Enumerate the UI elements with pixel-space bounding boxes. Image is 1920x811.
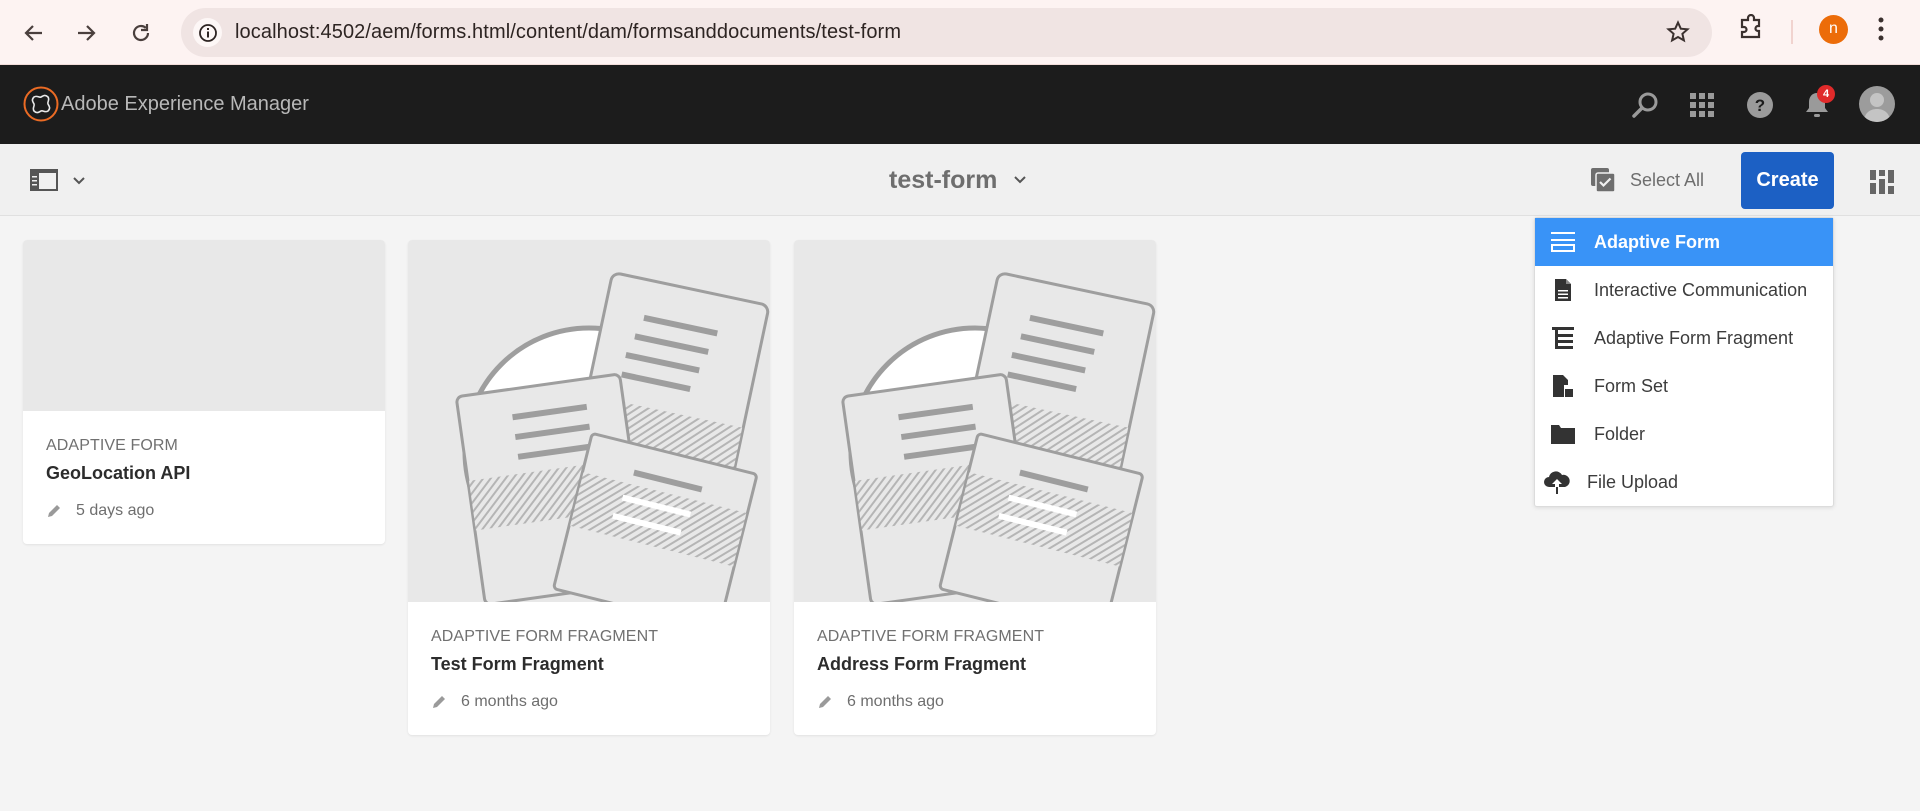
extensions-puzzle-icon[interactable] <box>1737 13 1765 47</box>
folder-icon <box>1549 422 1577 446</box>
menu-item-label: Form Set <box>1594 375 1669 396</box>
arrow-left-icon <box>24 25 42 41</box>
action-bar: test-form Select All Create <box>0 144 1920 216</box>
card-title[interactable]: GeoLocation API <box>46 463 362 484</box>
menu-item-adaptive-form-fragment[interactable]: Adaptive Form Fragment <box>1535 314 1833 362</box>
pencil-icon <box>48 505 60 517</box>
adaptive-form-icon <box>1549 230 1577 254</box>
aem-global-header: Adobe Experience Manager ? <box>0 65 1920 144</box>
card-modified: 6 months ago <box>847 693 944 710</box>
card-thumbnail <box>794 240 1156 631</box>
form-fragment-icon <box>1549 326 1577 350</box>
address-bar[interactable]: localhost:4502/aem/forms.html/content/da… <box>181 8 1712 57</box>
back-button[interactable] <box>14 13 54 53</box>
apps-grid-icon <box>1690 93 1714 117</box>
rail-toggle-button[interactable] <box>30 169 58 196</box>
menu-item-form-set[interactable]: Form Set <box>1535 362 1833 410</box>
user-silhouette-icon <box>1864 93 1890 122</box>
menu-item-label: File Upload <box>1587 471 1679 492</box>
card-thumbnail <box>408 240 770 631</box>
pencil-icon <box>819 696 831 708</box>
select-all-label: Select All <box>1630 169 1705 190</box>
forward-button[interactable] <box>66 13 106 53</box>
menu-item-adaptive-form[interactable]: Adaptive Form <box>1535 218 1833 266</box>
menu-item-label: Interactive Communication <box>1594 279 1808 300</box>
select-all-icon <box>1591 168 1616 193</box>
search-icon <box>1632 92 1658 118</box>
user-avatar[interactable] <box>1859 86 1895 122</box>
card-title[interactable]: Address Form Fragment <box>817 654 1133 675</box>
bookmark-star-icon[interactable] <box>1666 20 1690 49</box>
reload-button[interactable] <box>121 13 161 53</box>
card-modified: 5 days ago <box>76 502 155 519</box>
card-modified: 6 months ago <box>461 693 558 710</box>
browser-menu-icon[interactable] <box>1876 14 1886 49</box>
svg-text:?: ? <box>1755 96 1765 115</box>
pencil-icon <box>433 696 445 708</box>
menu-item-label: Folder <box>1594 423 1646 444</box>
asset-card[interactable]: ADAPTIVE FORM FRAGMENT Test Form Fragmen… <box>408 240 770 735</box>
side-panel-icon <box>30 169 58 191</box>
create-menu: Adaptive Form Interactive Communication … <box>1534 217 1834 507</box>
card-type: ADAPTIVE FORM FRAGMENT <box>817 628 1045 645</box>
app-title[interactable]: Adobe Experience Manager <box>61 65 309 144</box>
url-text[interactable]: localhost:4502/aem/forms.html/content/da… <box>235 8 901 57</box>
help-icon: ? <box>1747 92 1773 118</box>
card-type: ADAPTIVE FORM <box>46 437 178 454</box>
help-button[interactable]: ? <box>1742 87 1778 123</box>
toolbar-divider <box>1791 20 1793 44</box>
card-view-icon <box>1870 170 1894 194</box>
browser-profile-avatar[interactable]: n <box>1819 15 1848 44</box>
menu-item-folder[interactable]: Folder <box>1535 410 1833 458</box>
card-title[interactable]: Test Form Fragment <box>431 654 747 675</box>
create-button[interactable]: Create <box>1741 152 1834 209</box>
solutions-button[interactable] <box>1684 87 1720 123</box>
reload-icon <box>132 24 150 42</box>
asset-card[interactable]: ADAPTIVE FORM FRAGMENT Address Form Frag… <box>794 240 1156 735</box>
browser-toolbar: localhost:4502/aem/forms.html/content/da… <box>0 0 1920 65</box>
chevron-down-icon[interactable] <box>72 173 86 191</box>
folder-chevron-down-icon[interactable] <box>1013 172 1027 190</box>
site-info-icon[interactable] <box>193 18 222 47</box>
menu-item-label: Adaptive Form Fragment <box>1594 327 1794 348</box>
view-switcher-button[interactable] <box>1870 170 1894 199</box>
cloud-upload-icon <box>1543 470 1571 494</box>
card-thumbnail <box>23 240 385 411</box>
documents-illustration-icon <box>455 272 770 631</box>
menu-item-file-upload[interactable]: File Upload <box>1535 458 1833 506</box>
menu-item-label: Adaptive Form <box>1594 231 1721 252</box>
select-all-button[interactable]: Select All <box>1590 163 1704 197</box>
card-type: ADAPTIVE FORM FRAGMENT <box>431 628 659 645</box>
arrow-right-icon <box>78 25 96 41</box>
document-icon <box>1549 278 1577 302</box>
asset-card[interactable]: ADAPTIVE FORM GeoLocation API 5 days ago <box>23 240 385 544</box>
aem-logo-icon[interactable] <box>23 86 59 122</box>
notification-badge: 4 <box>1817 85 1835 103</box>
menu-item-interactive-communication[interactable]: Interactive Communication <box>1535 266 1833 314</box>
search-button[interactable] <box>1627 87 1663 123</box>
form-set-icon <box>1549 374 1577 398</box>
folder-title[interactable]: test-form <box>889 144 997 216</box>
documents-illustration-icon <box>841 272 1156 631</box>
